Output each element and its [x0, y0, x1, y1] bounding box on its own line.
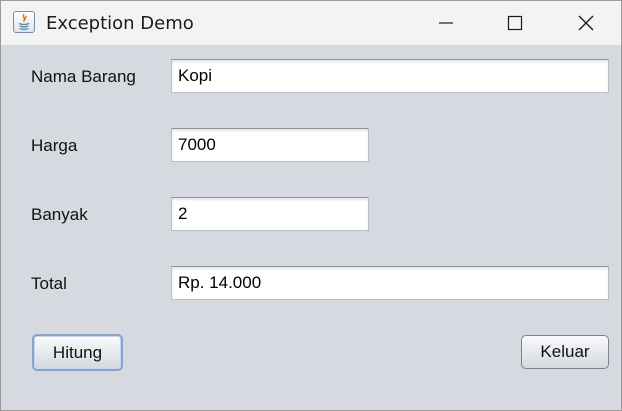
title-bar[interactable]: Exception Demo — [1, 1, 621, 45]
close-icon — [578, 15, 594, 31]
hitung-button[interactable]: Hitung — [32, 334, 123, 371]
app-window: Exception Demo Nama Barang Harga Banyak … — [0, 0, 622, 411]
keluar-button[interactable]: Keluar — [521, 335, 609, 369]
total-label: Total — [31, 274, 67, 293]
minimize-icon — [439, 22, 453, 24]
nama-barang-field[interactable] — [171, 59, 609, 93]
total-field[interactable] — [171, 266, 609, 300]
banyak-label: Banyak — [31, 205, 88, 224]
minimize-button[interactable] — [423, 1, 469, 45]
maximize-icon — [507, 15, 523, 31]
banyak-field[interactable] — [171, 197, 369, 231]
maximize-button[interactable] — [492, 1, 538, 45]
nama-barang-label: Nama Barang — [31, 67, 136, 86]
harga-field[interactable] — [171, 128, 369, 162]
java-icon — [13, 11, 35, 33]
harga-label: Harga — [31, 136, 78, 155]
close-button[interactable] — [563, 1, 609, 45]
window-title: Exception Demo — [46, 13, 194, 34]
